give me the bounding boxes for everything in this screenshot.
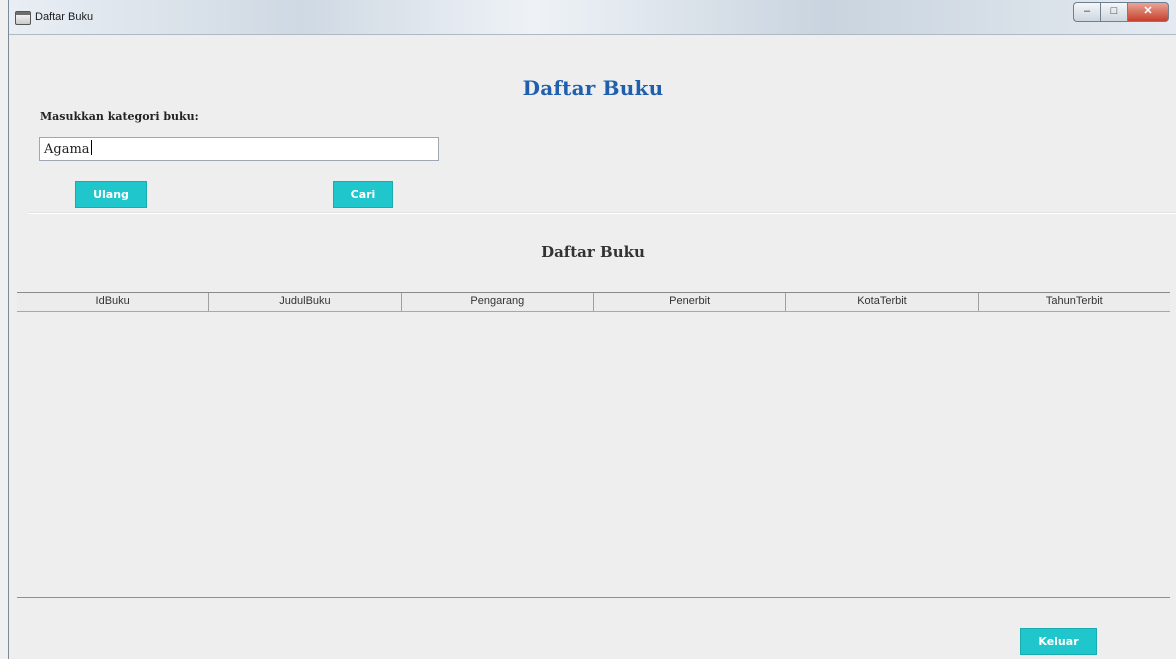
search-button[interactable]: Cari [333,181,393,208]
column-header-idbuku[interactable]: IdBuku [17,293,210,311]
close-button[interactable]: ✕ [1127,2,1169,22]
category-label: Masukkan kategori buku: [40,110,199,123]
app-window-icon [15,11,31,25]
page-title: Daftar Buku [522,76,664,100]
minimize-button[interactable]: – [1073,2,1100,22]
reset-button[interactable]: Ulang [75,181,147,208]
column-header-tahunterbit[interactable]: TahunTerbit [978,293,1170,311]
app-window: Daftar Buku – □ ✕ Daftar Buku Masukkan k… [8,0,1176,659]
table-header: IdBuku JudulBuku Pengarang Penerbit Kota… [17,292,1170,312]
divider [29,212,1176,214]
title-bar[interactable]: Daftar Buku – □ ✕ [9,0,1176,35]
window-controls: – □ ✕ [1073,2,1169,22]
column-header-judulbuku[interactable]: JudulBuku [209,293,402,311]
window-title: Daftar Buku [35,11,94,23]
table-title: Daftar Buku [541,243,645,261]
book-table[interactable]: IdBuku JudulBuku Pengarang Penerbit Kota… [17,292,1170,598]
column-header-kotaterbit[interactable]: KotaTerbit [786,293,979,311]
text-caret [90,140,92,155]
category-input-value: Agama [44,142,90,157]
category-input[interactable]: Agama [39,137,439,161]
column-header-penerbit[interactable]: Penerbit [593,293,787,311]
exit-button[interactable]: Keluar [1020,628,1097,655]
maximize-button[interactable]: □ [1100,2,1127,22]
column-header-pengarang[interactable]: Pengarang [401,293,594,311]
